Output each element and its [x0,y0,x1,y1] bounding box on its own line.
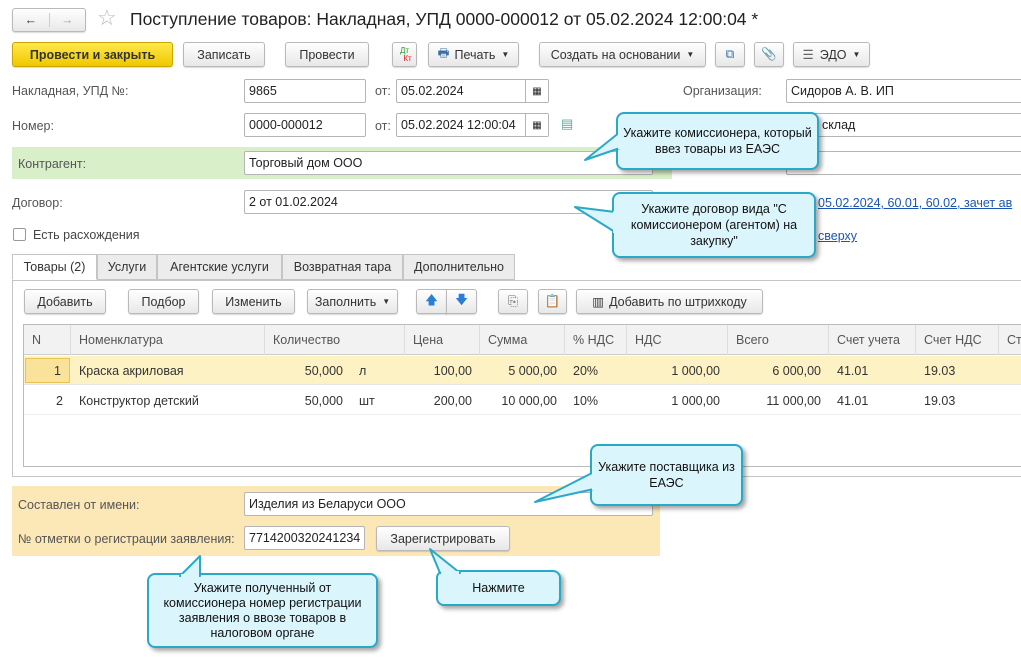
callout-tail-1 [584,131,621,161]
callout-tail-2 [574,206,616,233]
callout-tails [179,131,623,579]
callout-tail-5 [429,548,461,574]
callout-tail-3 [534,471,595,503]
callout-tail-4 [179,555,201,577]
